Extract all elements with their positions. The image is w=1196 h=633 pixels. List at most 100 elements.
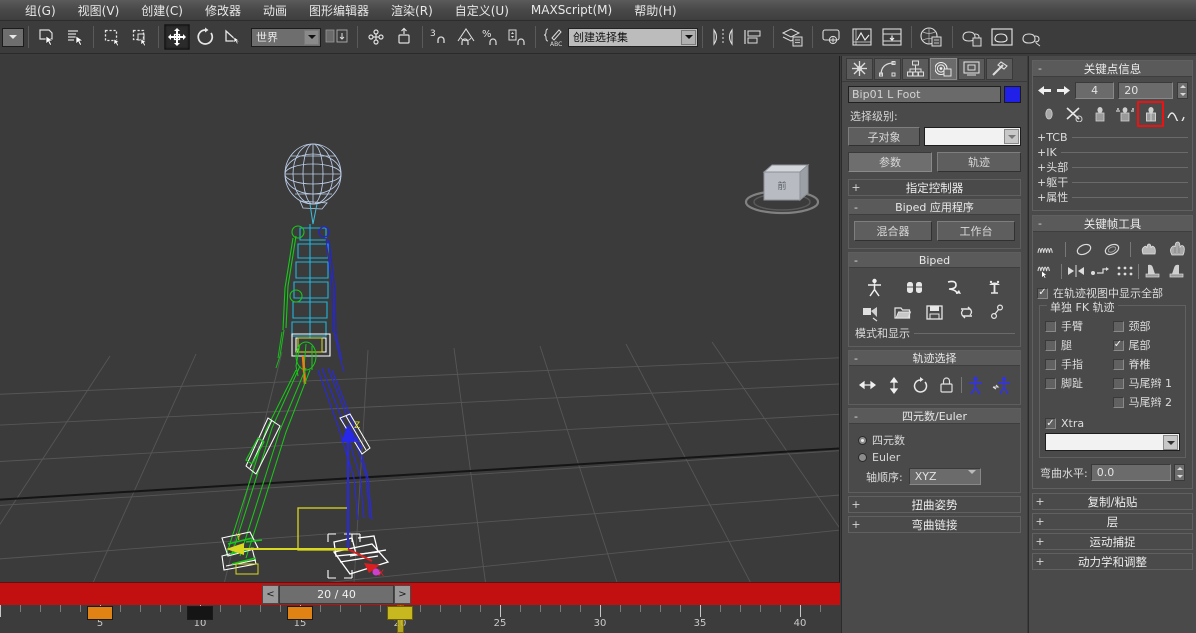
trajectories-button[interactable]: 轨迹 bbox=[937, 152, 1021, 172]
rollup-toggle[interactable]: - bbox=[849, 201, 863, 214]
wave-select-icon[interactable] bbox=[1037, 261, 1058, 281]
menu-graph-editors[interactable]: 图形编辑器 bbox=[298, 0, 380, 21]
select-by-name-icon[interactable] bbox=[62, 24, 88, 50]
cb-ponytail1-row[interactable]: 马尾辫 1 bbox=[1112, 375, 1181, 391]
menu-customize[interactable]: 自定义(U) bbox=[444, 0, 520, 21]
menu-rendering[interactable]: 渲染(R) bbox=[380, 0, 444, 21]
cb-ponytail1[interactable] bbox=[1112, 377, 1124, 389]
dope-sheet-icon[interactable] bbox=[878, 24, 906, 50]
rollup-header[interactable]: - Biped bbox=[849, 253, 1020, 268]
preferences-icon[interactable] bbox=[986, 301, 1012, 323]
rollup-layers[interactable]: + 层 bbox=[1032, 513, 1193, 530]
save-file-icon[interactable] bbox=[921, 301, 947, 323]
section-ik[interactable]: +IK bbox=[1037, 145, 1188, 159]
convert-icon[interactable] bbox=[954, 301, 980, 323]
tab-hierarchy[interactable] bbox=[902, 57, 929, 80]
xtra-row[interactable]: Xtra bbox=[1045, 417, 1180, 430]
key-ellipse-icon[interactable] bbox=[1038, 104, 1059, 124]
undo-history-dropdown[interactable] bbox=[2, 27, 24, 47]
cb-fingers-row[interactable]: 手指 bbox=[1045, 356, 1113, 372]
current-frame-display[interactable]: 20 / 40 bbox=[279, 585, 394, 604]
rollup-assign-controller[interactable]: + 指定控制器 bbox=[848, 179, 1021, 196]
ellipse-tool-icon[interactable] bbox=[1074, 239, 1095, 259]
section-torso[interactable]: +躯干 bbox=[1037, 175, 1188, 189]
cb-neck-row[interactable]: 颈部 bbox=[1112, 318, 1181, 334]
reference-coordinate-system-dropdown[interactable]: 世界 bbox=[251, 27, 321, 47]
cb-toes[interactable] bbox=[1045, 377, 1056, 389]
tab-display[interactable] bbox=[958, 57, 985, 80]
ellipse-tool2-icon[interactable] bbox=[1102, 239, 1123, 259]
rollup-toggle[interactable]: - bbox=[849, 352, 863, 365]
menu-animation[interactable]: 动画 bbox=[252, 0, 298, 21]
mixer-mode-icon[interactable] bbox=[982, 276, 1008, 298]
cb-tail-row[interactable]: 尾部 bbox=[1112, 337, 1181, 353]
section-head[interactable]: +头部 bbox=[1037, 160, 1188, 174]
rollup-copy-paste[interactable]: + 复制/粘贴 bbox=[1032, 493, 1193, 510]
object-color-swatch[interactable] bbox=[1004, 86, 1021, 103]
body-horizontal-icon[interactable] bbox=[854, 374, 880, 396]
named-selection-sets-dropdown[interactable]: 创建选择集 bbox=[568, 27, 698, 47]
window-crossing-icon[interactable] bbox=[127, 24, 153, 50]
use-pivot-center-icon[interactable] bbox=[322, 24, 352, 50]
timeline-ruler[interactable]: 510152025303540 bbox=[0, 605, 840, 633]
body-rotation-icon[interactable] bbox=[907, 374, 933, 396]
set-sliding-key-icon[interactable] bbox=[1137, 101, 1165, 127]
key-frame-field[interactable]: 20 bbox=[1118, 82, 1174, 99]
section-tcb[interactable]: +TCB bbox=[1037, 130, 1188, 144]
render-setup-icon[interactable] bbox=[958, 24, 986, 50]
track-bar[interactable]: < 20 / 40 > bbox=[0, 582, 840, 605]
previous-frame-button[interactable]: < bbox=[262, 585, 279, 604]
rollup-header[interactable]: - 关键帧工具 bbox=[1033, 216, 1192, 232]
tab-create[interactable] bbox=[846, 57, 873, 80]
angle-snap-toggle-icon[interactable] bbox=[454, 24, 478, 50]
axis-order-dropdown[interactable]: XYZ bbox=[908, 468, 981, 487]
cb-neck[interactable] bbox=[1112, 320, 1124, 332]
rollup-bend-links[interactable]: + 弯曲链接 bbox=[848, 516, 1021, 533]
snap-toggle-3-icon[interactable]: 3 bbox=[428, 24, 452, 50]
spinner-snap-toggle-icon[interactable] bbox=[506, 24, 530, 50]
menu-maxscript[interactable]: MAXScript(M) bbox=[520, 1, 623, 19]
cb-legs[interactable] bbox=[1045, 339, 1056, 351]
menu-help[interactable]: 帮助(H) bbox=[623, 0, 687, 21]
sub-object-button[interactable]: 子对象 bbox=[848, 127, 920, 146]
rollup-toggle[interactable]: - bbox=[1033, 62, 1047, 75]
select-and-scale-icon[interactable] bbox=[220, 24, 246, 50]
footstep-icon[interactable] bbox=[1143, 261, 1164, 281]
key-frame-spinner[interactable] bbox=[1177, 82, 1188, 99]
tab-modify[interactable] bbox=[874, 57, 901, 80]
rollup-toggle[interactable]: + bbox=[849, 518, 863, 531]
arrow-right-icon[interactable] bbox=[1056, 84, 1071, 97]
rollup-toggle[interactable]: + bbox=[1033, 535, 1047, 548]
rollup-header[interactable]: - 轨迹选择 bbox=[849, 351, 1020, 366]
arrow-left-icon[interactable] bbox=[1037, 84, 1052, 97]
cb-ponytail2[interactable] bbox=[1112, 396, 1124, 408]
align-icon[interactable] bbox=[740, 24, 768, 50]
menu-create[interactable]: 创建(C) bbox=[130, 0, 194, 21]
rollup-motion-capture[interactable]: + 运动捕捉 bbox=[1032, 533, 1193, 550]
rollup-header[interactable]: - 关键点信息 bbox=[1033, 61, 1192, 77]
select-and-link-icon[interactable] bbox=[363, 24, 389, 50]
keyframe-marker[interactable] bbox=[387, 606, 413, 620]
cb-spine[interactable] bbox=[1112, 358, 1124, 370]
schematic-view-icon[interactable] bbox=[818, 24, 846, 50]
xtra-dropdown[interactable] bbox=[1045, 433, 1180, 451]
footstep-mode-icon[interactable] bbox=[901, 276, 927, 298]
rendered-frame-window-icon[interactable] bbox=[988, 24, 1016, 50]
menu-modifiers[interactable]: 修改器 bbox=[194, 0, 252, 21]
rollup-dynamics-adaptation[interactable]: + 动力学和调整 bbox=[1032, 553, 1193, 570]
edit-named-selection-sets-icon[interactable]: ABC bbox=[541, 24, 565, 50]
symmetrical-icon[interactable] bbox=[962, 374, 988, 396]
rollup-toggle[interactable]: + bbox=[849, 181, 863, 194]
parameters-button[interactable]: 参数 bbox=[848, 152, 932, 172]
euler-radio-row[interactable]: Euler bbox=[858, 451, 1015, 464]
cb-toes-row[interactable]: 脚趾 bbox=[1045, 375, 1113, 391]
cb-legs-row[interactable]: 腿 bbox=[1045, 337, 1113, 353]
rollup-toggle[interactable]: - bbox=[849, 254, 863, 267]
opposite-icon[interactable] bbox=[989, 374, 1015, 396]
rollup-toggle[interactable]: + bbox=[1033, 555, 1047, 568]
section-properties[interactable]: +属性 bbox=[1037, 190, 1188, 204]
modes-display-rollup[interactable]: 模式和显示 bbox=[854, 326, 1015, 340]
select-object-icon[interactable] bbox=[34, 24, 60, 50]
hand-pose2-icon[interactable] bbox=[1167, 239, 1188, 259]
delete-key-icon[interactable] bbox=[1064, 104, 1085, 124]
